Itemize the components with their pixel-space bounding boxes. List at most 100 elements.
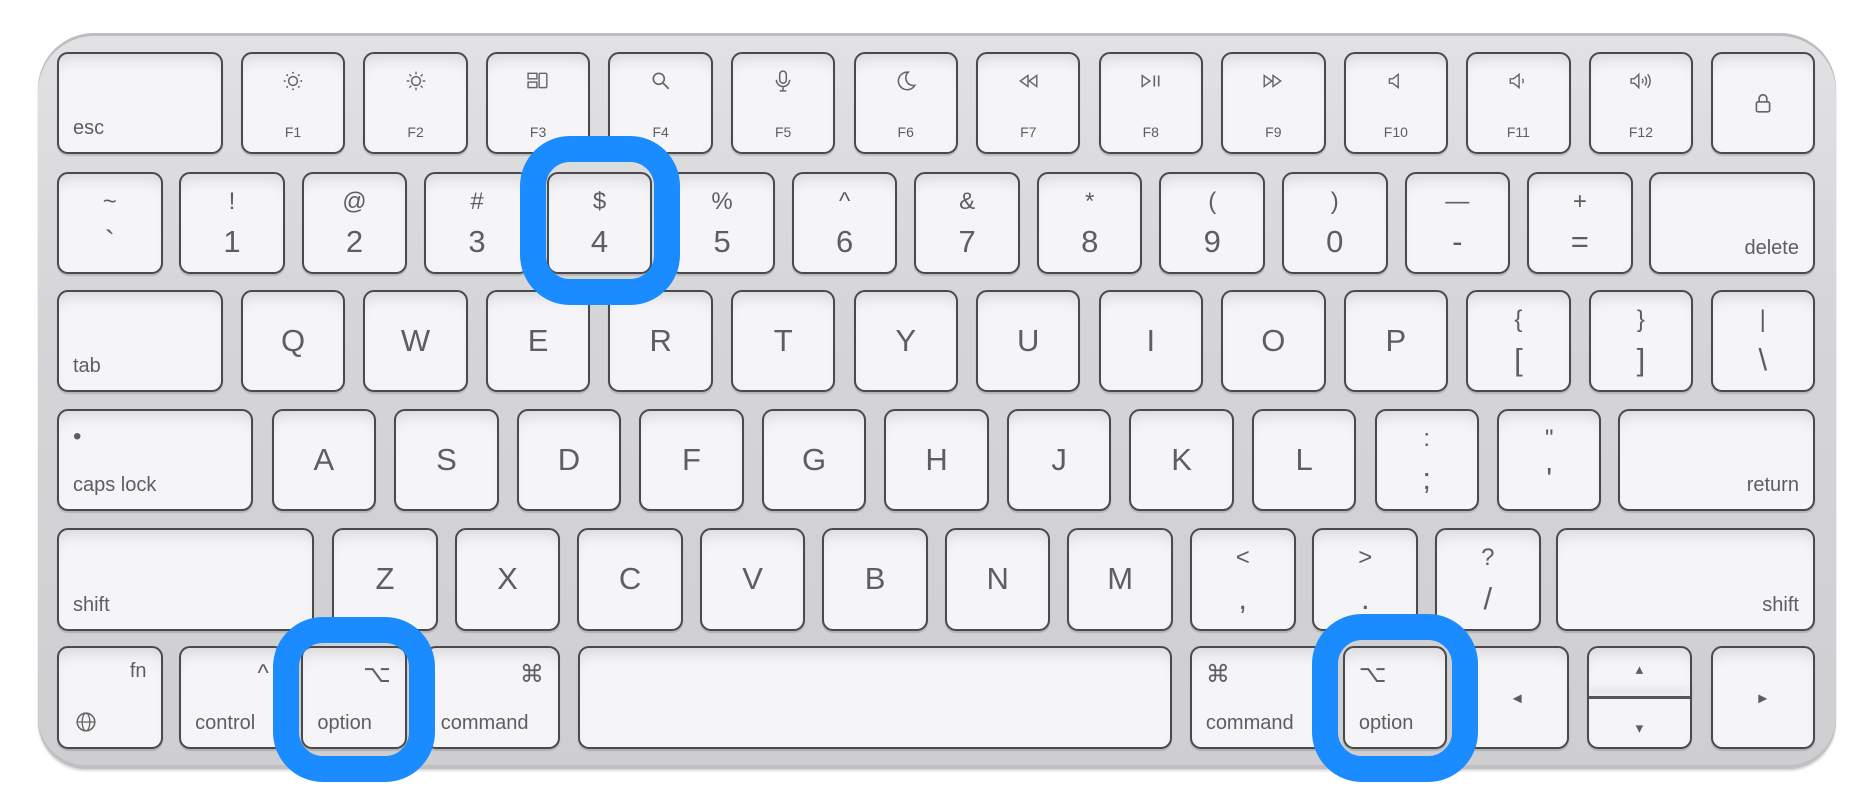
key-v[interactable]: V: [699, 527, 806, 631]
key-globe[interactable]: fn: [56, 646, 163, 750]
key--[interactable]: + =: [1527, 171, 1633, 274]
key-f11[interactable]: F11: [1466, 51, 1571, 154]
key-p[interactable]: P: [1343, 290, 1449, 393]
key-f12[interactable]: F12: [1588, 51, 1694, 154]
key-5[interactable]: % 5: [669, 171, 775, 274]
key-n[interactable]: N: [944, 527, 1051, 631]
key-u[interactable]: U: [976, 290, 1081, 393]
key-3[interactable]: #3: [424, 171, 530, 274]
key-symbol: ': [1546, 461, 1553, 497]
key-i[interactable]: I: [1098, 290, 1203, 393]
key-0[interactable]: ) 0: [1281, 171, 1388, 274]
key-y[interactable]: Y: [853, 290, 958, 393]
key-1[interactable]: ! 1: [179, 171, 285, 274]
key-g[interactable]: G: [761, 409, 867, 512]
key-w[interactable]: W: [363, 290, 468, 393]
key-6[interactable]: ^ 6: [791, 171, 898, 274]
key-f6[interactable]: F6: [853, 51, 958, 154]
key-j[interactable]: J: [1006, 409, 1112, 512]
key-esc[interactable]: esc: [56, 51, 224, 154]
key-2[interactable]: @2: [301, 171, 408, 274]
highlight-left-option-key: [272, 616, 436, 782]
key-x[interactable]: X: [454, 527, 561, 631]
key-9[interactable]: (9: [1159, 171, 1266, 274]
key-a[interactable]: A: [271, 409, 377, 512]
function-key-label: F2: [407, 123, 424, 140]
key-tab[interactable]: tab: [56, 290, 224, 393]
key-label: return: [1746, 474, 1799, 497]
key-f7[interactable]: F7: [976, 51, 1081, 154]
key-symbol: =: [1570, 223, 1589, 259]
key-r[interactable]: R: [608, 290, 713, 393]
key-control[interactable]: ^ control: [179, 646, 285, 750]
key-caps-lock[interactable]: • caps lock: [56, 409, 253, 512]
key-shift[interactable]: shift: [56, 527, 315, 631]
rewind-icon: [1019, 74, 1038, 88]
key-shift-symbol: *: [1085, 187, 1095, 215]
key-label: R: [649, 323, 672, 359]
key-shift[interactable]: shift: [1556, 527, 1815, 631]
key--[interactable]: ▸: [1710, 646, 1815, 750]
key-b[interactable]: B: [822, 527, 928, 631]
key-z[interactable]: Z: [332, 527, 438, 631]
key-7[interactable]: & 7: [914, 171, 1020, 274]
key-label: L: [1295, 442, 1313, 478]
key--[interactable]: — -: [1404, 171, 1511, 274]
key-t[interactable]: T: [730, 290, 836, 393]
key-shift-symbol: <: [1235, 543, 1250, 571]
key-o[interactable]: O: [1221, 290, 1326, 393]
key-shift-symbol: :: [1423, 425, 1431, 453]
key-space[interactable]: [577, 646, 1173, 750]
function-key-label: F1: [284, 123, 302, 140]
key-k[interactable]: K: [1129, 409, 1234, 512]
function-key-label: F8: [1142, 123, 1159, 140]
key-f2[interactable]: F2: [363, 51, 468, 154]
key-8[interactable]: * 8: [1036, 171, 1143, 274]
key-m[interactable]: M: [1067, 527, 1173, 631]
key-c[interactable]: C: [577, 527, 683, 631]
key-l[interactable]: L: [1251, 409, 1357, 512]
key-d[interactable]: D: [516, 409, 622, 512]
key-f9[interactable]: F9: [1221, 51, 1326, 154]
key--[interactable]: {[: [1466, 290, 1571, 393]
key-label: K: [1171, 442, 1192, 478]
key-delete[interactable]: delete: [1648, 171, 1815, 274]
key-return[interactable]: return: [1618, 409, 1815, 512]
key--[interactable]: }]: [1588, 290, 1694, 393]
key-f5[interactable]: F5: [730, 51, 836, 154]
key-h[interactable]: H: [884, 409, 989, 512]
key-lock[interactable]: [1710, 51, 1815, 154]
key--[interactable]: " ': [1497, 409, 1602, 512]
key-symbol: ;: [1422, 461, 1432, 497]
key-label: P: [1385, 323, 1407, 359]
key-shift-symbol: %: [711, 187, 733, 215]
key-symbol: ⌘: [1205, 661, 1230, 689]
key--[interactable]: | \: [1710, 290, 1815, 393]
key-symbol: 5: [713, 223, 731, 259]
key-symbol: 9: [1203, 223, 1221, 259]
key-symbol: -: [1452, 223, 1463, 259]
key--[interactable]: <,: [1189, 527, 1296, 631]
key--[interactable]: :;: [1374, 409, 1479, 512]
key-shift-symbol: @: [342, 187, 367, 215]
key-s[interactable]: S: [394, 409, 499, 512]
arrow-divider: [1589, 695, 1690, 699]
lock-icon: [1755, 93, 1771, 113]
function-key-label: F7: [1020, 123, 1037, 140]
key-e[interactable]: E: [485, 290, 591, 393]
key-shift-symbol: |: [1759, 306, 1766, 334]
key-q[interactable]: Q: [240, 290, 346, 393]
key--[interactable]: ~ `: [56, 171, 163, 274]
key-space[interactable]: ▴ ▾: [1587, 646, 1692, 750]
key-shift-symbol: —: [1445, 187, 1470, 215]
key-f10[interactable]: F10: [1343, 51, 1449, 154]
key-shift-symbol: &: [959, 187, 976, 215]
key-f8[interactable]: F8: [1098, 51, 1203, 154]
key-f1[interactable]: F1: [240, 51, 346, 154]
key-command[interactable]: ⌘ command: [1189, 646, 1326, 750]
key-f[interactable]: F: [639, 409, 744, 512]
key--[interactable]: ◂: [1465, 646, 1570, 750]
highlight-right-option-key: [1311, 614, 1479, 782]
key-command[interactable]: ⌘ command: [424, 646, 560, 750]
key--[interactable]: ? /: [1435, 527, 1541, 631]
